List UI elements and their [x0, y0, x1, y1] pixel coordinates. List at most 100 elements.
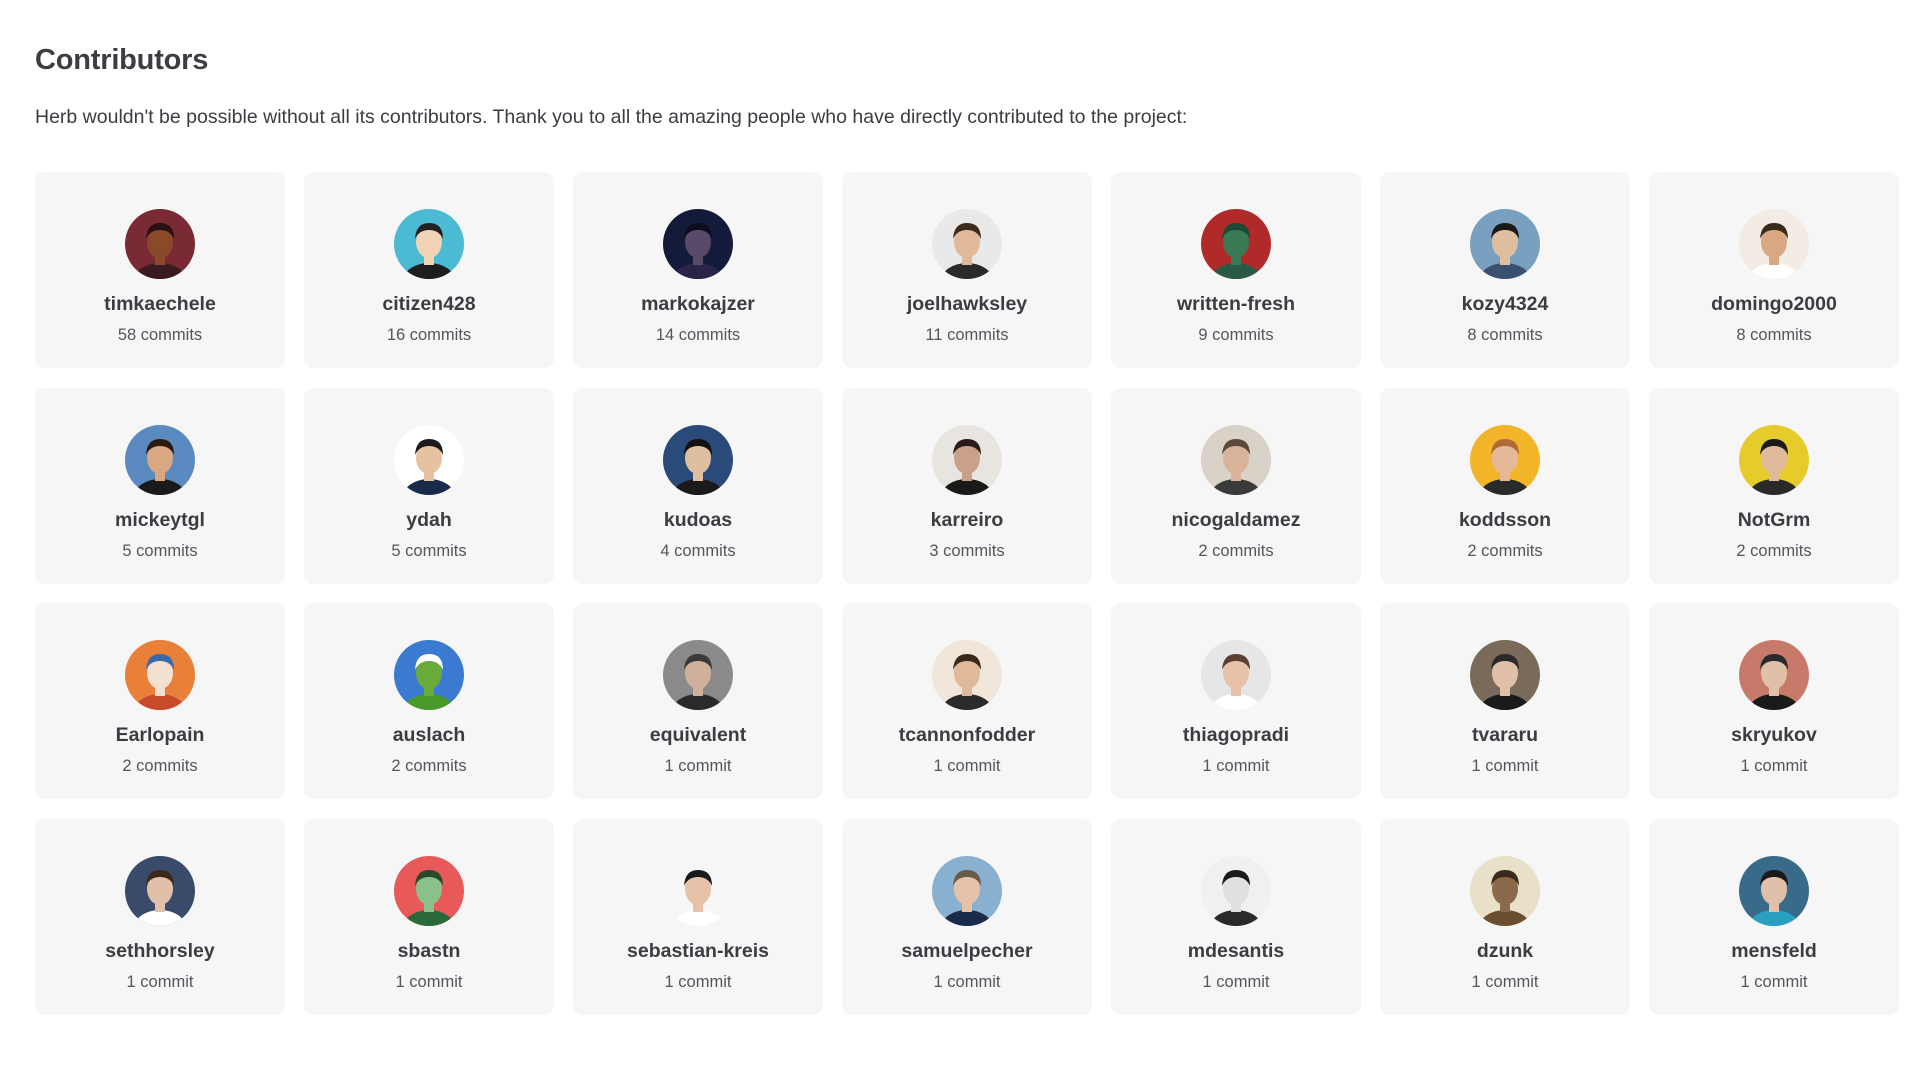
avatar[interactable] — [1470, 209, 1540, 279]
contributor-name[interactable]: sbastn — [398, 940, 461, 963]
avatar[interactable] — [663, 640, 733, 710]
contributor-card[interactable]: kozy4324 8 commits — [1380, 172, 1630, 368]
avatar[interactable] — [394, 855, 464, 926]
page-title: Contributors — [35, 44, 209, 76]
contributor-card[interactable]: auslach 2 commits — [304, 603, 554, 799]
avatar[interactable] — [394, 640, 464, 710]
contributor-card[interactable]: sbastn 1 commit — [304, 818, 554, 1015]
contributor-card[interactable]: NotGrm 2 commits — [1649, 387, 1899, 584]
contributor-name[interactable]: auslach — [393, 724, 466, 747]
contributor-name[interactable]: nicogaldamez — [1172, 509, 1301, 532]
contributor-name[interactable]: ydah — [406, 509, 452, 532]
contributor-name[interactable]: domingo2000 — [1711, 293, 1837, 316]
avatar[interactable] — [932, 424, 1002, 495]
contributor-card[interactable]: mdesantis 1 commit — [1111, 818, 1361, 1015]
contributor-name[interactable]: kozy4324 — [1462, 293, 1549, 316]
avatar[interactable] — [663, 424, 733, 495]
contributor-card[interactable]: tcannonfodder 1 commit — [842, 603, 1092, 799]
contributor-card[interactable]: nicogaldamez 2 commits — [1111, 387, 1361, 584]
contributor-card[interactable]: tvararu 1 commit — [1380, 603, 1630, 799]
contributor-card[interactable]: citizen428 16 commits — [304, 172, 554, 368]
avatar[interactable] — [1201, 640, 1271, 710]
contributor-name[interactable]: kudoas — [664, 509, 732, 532]
avatar[interactable] — [1201, 209, 1271, 279]
contributor-name[interactable]: equivalent — [650, 724, 746, 747]
avatar[interactable] — [1739, 209, 1809, 279]
commit-count: 1 commit — [1202, 757, 1270, 775]
contributor-card[interactable]: markokajzer 14 commits — [573, 172, 823, 368]
contributor-name[interactable]: samuelpecher — [901, 940, 1032, 963]
contributor-name[interactable]: written-fresh — [1177, 293, 1295, 316]
contributor-name[interactable]: timkaechele — [104, 293, 216, 316]
avatar[interactable] — [394, 424, 464, 495]
contributor-card[interactable]: skryukov 1 commit — [1649, 603, 1899, 799]
contributor-card[interactable]: samuelpecher 1 commit — [842, 818, 1092, 1015]
contributor-card[interactable]: joelhawksley 11 commits — [842, 172, 1092, 368]
contributor-card[interactable]: karreiro 3 commits — [842, 387, 1092, 584]
contributor-name[interactable]: mickeytgl — [115, 509, 205, 532]
contributor-card[interactable]: thiagopradi 1 commit — [1111, 603, 1361, 799]
avatar[interactable] — [932, 855, 1002, 926]
contributor-name[interactable]: NotGrm — [1738, 509, 1811, 532]
contributor-name[interactable]: sethhorsley — [105, 940, 214, 963]
avatar[interactable] — [663, 209, 733, 279]
commit-count: 8 commits — [1736, 326, 1812, 344]
commit-count: 1 commit — [1202, 972, 1270, 991]
contributor-name[interactable]: markokajzer — [641, 293, 755, 316]
contributor-name[interactable]: koddsson — [1459, 509, 1551, 532]
contributor-name[interactable]: mdesantis — [1188, 940, 1284, 963]
contributor-name[interactable]: sebastian-kreis — [627, 940, 769, 963]
commit-count: 1 commit — [664, 972, 732, 991]
avatar[interactable] — [1470, 424, 1540, 495]
commit-count: 2 commits — [1198, 541, 1274, 560]
contributor-card[interactable]: written-fresh 9 commits — [1111, 172, 1361, 368]
contributor-card[interactable]: Earlopain 2 commits — [35, 603, 285, 799]
commit-count: 1 commit — [395, 972, 463, 991]
commit-count: 4 commits — [660, 541, 736, 560]
avatar[interactable] — [1201, 424, 1271, 495]
commit-count: 3 commits — [929, 541, 1005, 560]
contributor-name[interactable]: thiagopradi — [1183, 724, 1289, 747]
contributor-card[interactable]: mickeytgl 5 commits — [35, 387, 285, 584]
contributor-card[interactable]: sebastian-kreis 1 commit — [573, 818, 823, 1015]
contributor-card[interactable]: equivalent 1 commit — [573, 603, 823, 799]
contributor-name[interactable]: citizen428 — [382, 293, 475, 316]
contributor-card[interactable]: mensfeld 1 commit — [1649, 818, 1899, 1015]
avatar[interactable] — [125, 640, 195, 710]
commit-count: 1 commit — [664, 757, 732, 775]
contributor-card[interactable]: sethhorsley 1 commit — [35, 818, 285, 1015]
avatar[interactable] — [1201, 855, 1271, 926]
avatar[interactable] — [1739, 640, 1809, 710]
contributor-name[interactable]: Earlopain — [116, 724, 205, 747]
commit-count: 1 commit — [1471, 757, 1539, 775]
avatar[interactable] — [1739, 424, 1809, 495]
avatar[interactable] — [394, 209, 464, 279]
contributor-name[interactable]: tvararu — [1472, 724, 1538, 747]
avatar[interactable] — [1470, 855, 1540, 926]
avatar[interactable] — [1739, 855, 1809, 926]
commit-count: 1 commit — [933, 972, 1001, 991]
contributor-name[interactable]: tcannonfodder — [899, 724, 1036, 747]
contributor-card[interactable]: koddsson 2 commits — [1380, 387, 1630, 584]
commit-count: 16 commits — [386, 326, 472, 344]
contributor-card[interactable]: kudoas 4 commits — [573, 387, 823, 584]
commit-count: 1 commit — [933, 757, 1001, 775]
avatar[interactable] — [663, 855, 733, 926]
contributor-name[interactable]: mensfeld — [1731, 940, 1817, 963]
contributor-name[interactable]: joelhawksley — [907, 293, 1027, 316]
avatar[interactable] — [125, 424, 195, 495]
commit-count: 14 commits — [655, 326, 741, 344]
avatar[interactable] — [125, 209, 195, 279]
avatar[interactable] — [125, 855, 195, 926]
contributor-name[interactable]: skryukov — [1731, 724, 1817, 747]
avatar[interactable] — [1470, 640, 1540, 710]
contributor-card[interactable]: ydah 5 commits — [304, 387, 554, 584]
contributor-name[interactable]: karreiro — [931, 509, 1004, 532]
contributor-card[interactable]: dzunk 1 commit — [1380, 818, 1630, 1015]
avatar[interactable] — [932, 209, 1002, 279]
commit-count: 9 commits — [1198, 326, 1274, 344]
contributor-name[interactable]: dzunk — [1477, 940, 1533, 963]
avatar[interactable] — [932, 640, 1002, 710]
contributor-card[interactable]: domingo2000 8 commits — [1649, 172, 1899, 368]
contributor-card[interactable]: timkaechele 58 commits — [35, 172, 285, 368]
